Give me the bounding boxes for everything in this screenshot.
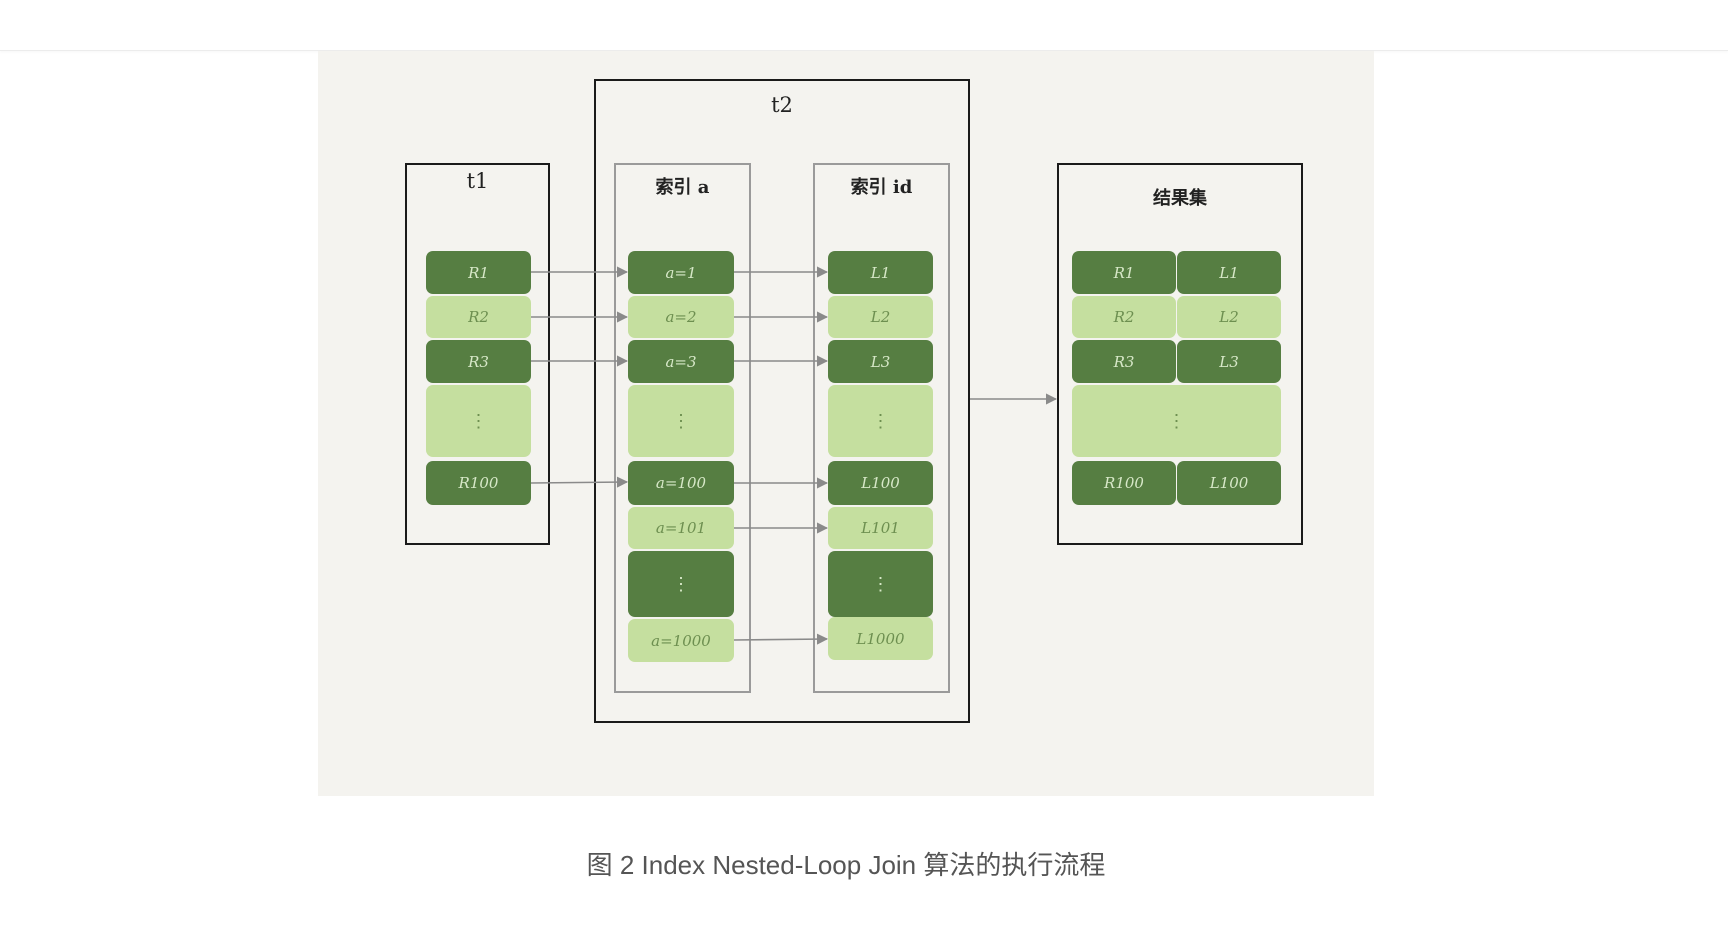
arrow-a1000 [733,633,829,645]
diagram-figure: t2 t1 索引 a 索引 id 结果集 R1 R2 R3 ⋮ R100 a=1… [318,51,1374,796]
figure-caption: 图 2 Index Nested-Loop Join 算法的执行流程 [586,850,1106,880]
top-bar [0,0,1728,51]
arrows-layer [530,266,1058,645]
arrow-t1-r100 [530,476,629,488]
